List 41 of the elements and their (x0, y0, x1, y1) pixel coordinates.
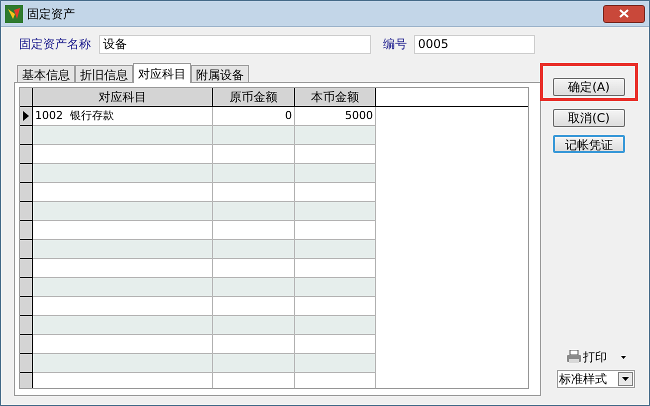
row-header[interactable] (20, 373, 33, 388)
table-cell: 1002 银行存款 (33, 107, 213, 126)
app-icon (5, 4, 23, 22)
close-button[interactable] (603, 4, 645, 22)
row-header[interactable] (20, 297, 33, 316)
table-cell: 5000 (295, 107, 376, 126)
input-field[interactable]: 设备 (99, 34, 371, 54)
row-header[interactable] (20, 278, 33, 297)
button[interactable]: 确定(A) (553, 78, 625, 96)
table-cell: 0 (213, 107, 295, 126)
field-label: 编号 (383, 36, 408, 53)
printer-icon (566, 350, 582, 364)
field-label: 固定资产名称 (19, 36, 92, 53)
row-header[interactable] (20, 107, 33, 126)
row-header[interactable] (20, 354, 33, 373)
row-header[interactable] (20, 316, 33, 335)
row-header[interactable] (20, 183, 33, 202)
tab[interactable]: 基本信息 (17, 65, 75, 82)
row-header[interactable] (20, 164, 33, 183)
dropdown-icon[interactable] (621, 356, 626, 358)
row-header[interactable] (20, 145, 33, 164)
row-header[interactable] (20, 259, 33, 278)
style-select[interactable]: 标准样式 (557, 370, 635, 388)
column-header[interactable]: 原币金额 (213, 88, 295, 106)
dropdown-icon (622, 377, 629, 381)
input-field[interactable]: 0005 (414, 34, 535, 54)
row-header[interactable] (20, 221, 33, 240)
button[interactable]: 记帐凭证 (553, 135, 625, 153)
row-header[interactable] (20, 202, 33, 221)
row-header[interactable] (20, 240, 33, 259)
tab[interactable]: 折旧信息 (75, 65, 133, 82)
window-title: 固定资产 (27, 6, 75, 22)
print-button[interactable]: 打印 (566, 348, 607, 366)
close-icon (619, 9, 629, 18)
tab[interactable]: 对应科目 (133, 63, 191, 83)
button[interactable]: 取消(C) (553, 109, 625, 127)
tab[interactable]: 附属设备 (191, 65, 249, 82)
column-header[interactable]: 本币金额 (295, 88, 376, 106)
column-header[interactable]: 对应科目 (33, 88, 213, 106)
row-header[interactable] (20, 335, 33, 354)
row-header[interactable] (20, 126, 33, 145)
